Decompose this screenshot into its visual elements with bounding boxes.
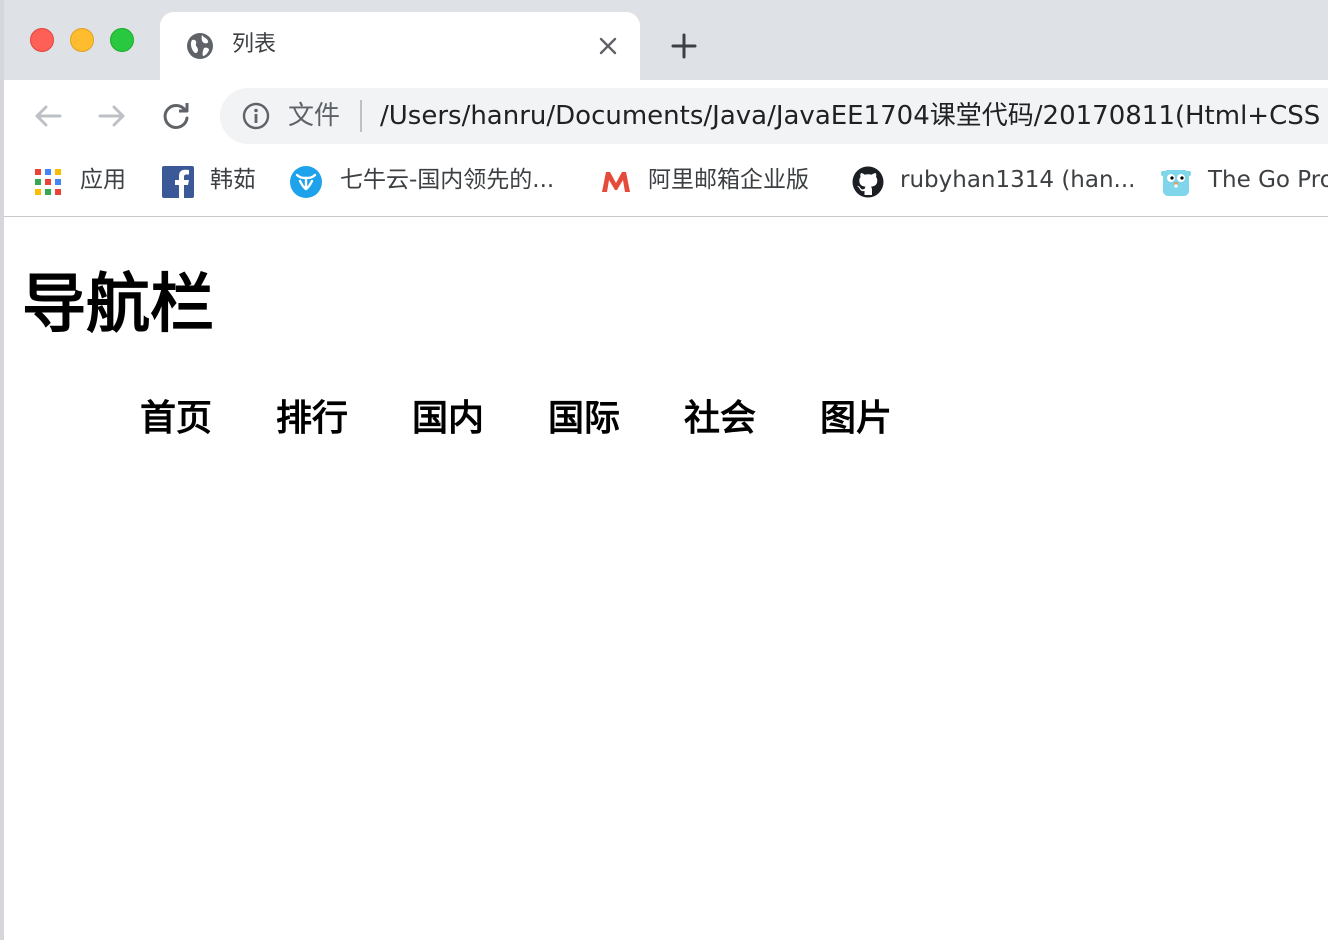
nav-item-pictures[interactable]: 图片 [820, 393, 892, 445]
nav-item-domestic[interactable]: 国内 [412, 393, 484, 445]
back-arrow-icon[interactable] [30, 98, 66, 134]
tab-close-icon[interactable] [596, 34, 620, 58]
nav-item-international[interactable]: 国际 [548, 393, 620, 445]
nav-item-ranking[interactable]: 排行 [276, 393, 348, 445]
bookmark-label: 应用 [80, 167, 126, 193]
apps-grid-icon [35, 169, 61, 195]
bookmark-apps[interactable]: 应用 [32, 162, 142, 198]
active-tab[interactable]: 列表 [160, 12, 640, 80]
window-minimize-button[interactable] [70, 28, 94, 52]
window-close-button[interactable] [30, 28, 54, 52]
reload-icon[interactable] [158, 98, 194, 134]
bookmarks-bar: 应用 韩茹 七牛云-国内领先的... 阿里邮箱企业版 rubyhan1314 (… [0, 152, 1328, 217]
nav-item-society[interactable]: 社会 [684, 393, 756, 445]
globe-icon [187, 33, 213, 59]
bookmark-label: The Go Pro [1208, 167, 1328, 193]
page-content: 导航栏 首页 排行 国内 国际 社会 图片 [0, 217, 1328, 940]
page-heading: 导航栏 [22, 268, 214, 342]
security-label: 文件 [288, 101, 341, 131]
bookmark-label: 阿里邮箱企业版 [648, 167, 809, 193]
bookmark-hanru[interactable]: 韩茹 [162, 162, 272, 198]
bookmark-label: 七牛云-国内领先的... [340, 167, 555, 193]
browser-window: 列表 文件 /Users/hanru/Documents/Java/JavaEE… [0, 0, 1328, 940]
tab-strip: 列表 [0, 0, 1328, 80]
new-tab-plus-icon[interactable] [668, 30, 700, 62]
bookmark-go[interactable]: The Go Pro [1160, 162, 1328, 198]
facebook-icon [162, 166, 194, 198]
forward-arrow-icon[interactable] [94, 98, 130, 134]
bookmark-aliyun-mail[interactable]: 阿里邮箱企业版 [600, 162, 830, 198]
url-text[interactable]: /Users/hanru/Documents/Java/JavaEE1704课堂… [380, 100, 1320, 132]
address-bar[interactable]: 文件 /Users/hanru/Documents/Java/JavaEE170… [220, 88, 1328, 144]
github-icon [852, 166, 884, 198]
toolbar: 文件 /Users/hanru/Documents/Java/JavaEE170… [0, 80, 1328, 152]
bookmark-qiniu[interactable]: 七牛云-国内领先的... [290, 162, 580, 198]
mail-m-icon [602, 172, 630, 192]
omnibox-divider [360, 100, 362, 132]
tab-title: 列表 [232, 32, 277, 57]
gopher-icon [1161, 170, 1191, 196]
window-maximize-button[interactable] [110, 28, 134, 52]
info-icon[interactable] [242, 102, 270, 130]
qiniu-icon [290, 166, 322, 198]
bookmark-label: rubyhan1314 (han... [900, 167, 1136, 193]
nav-item-home[interactable]: 首页 [140, 393, 212, 445]
bookmark-label: 韩茹 [210, 167, 256, 193]
bookmark-github[interactable]: rubyhan1314 (han... [852, 162, 1136, 198]
